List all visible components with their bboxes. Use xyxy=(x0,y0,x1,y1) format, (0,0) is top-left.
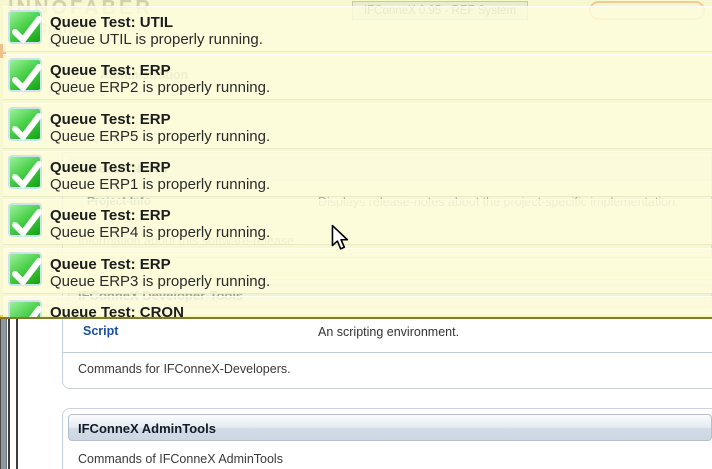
notification-toast[interactable]: Queue Test: ERP Queue ERP4 is properly r… xyxy=(3,199,712,245)
notification-toast[interactable]: Queue Test: ERP Queue ERP5 is properly r… xyxy=(3,103,712,149)
success-check-icon xyxy=(8,300,42,319)
notification-title: Queue Test: ERP xyxy=(50,256,171,273)
success-check-icon xyxy=(8,10,42,44)
success-check-icon xyxy=(8,107,42,141)
divider xyxy=(63,352,712,353)
notification-title: Queue Test: ERP xyxy=(50,62,171,79)
notification-toast[interactable]: Queue Test: CRON xyxy=(3,296,712,319)
success-check-icon xyxy=(8,155,42,189)
success-check-icon xyxy=(8,58,42,92)
notification-message: Queue ERP1 is properly running. xyxy=(50,176,270,193)
window-frame-bar xyxy=(1,319,7,469)
notification-toast[interactable]: Queue Test: UTIL Queue UTIL is properly … xyxy=(3,6,712,52)
admintools-footer-text: Commands of IFConneX AdminTools xyxy=(78,452,283,466)
notification-title: Queue Test: UTIL xyxy=(50,14,173,31)
notification-toast[interactable]: Queue Test: ERP Queue ERP1 is properly r… xyxy=(3,151,712,197)
script-description: An scripting environment. xyxy=(318,325,459,339)
notification-title: Queue Test: ERP xyxy=(50,159,171,176)
notification-title: Queue Test: ERP xyxy=(50,111,171,128)
window-frame-line xyxy=(16,319,18,469)
notification-title: Queue Test: CRON xyxy=(50,304,184,319)
notification-toast[interactable]: Queue Test: ERP Queue ERP2 is properly r… xyxy=(3,54,712,100)
notification-message: Queue ERP2 is properly running. xyxy=(50,79,270,96)
script-link[interactable]: Script xyxy=(83,324,118,338)
notification-toast[interactable]: Queue Test: ERP Queue ERP3 is properly r… xyxy=(3,248,712,294)
notification-overlay: INNOFABER ConneX IFConneX 0.95 - REF Sys… xyxy=(0,0,712,319)
notification-message: Queue ERP3 is properly running. xyxy=(50,273,270,290)
notification-message: Queue UTIL is properly running. xyxy=(50,31,263,48)
devtools-footer-text: Commands for IFConneX-Developers. xyxy=(78,362,291,376)
notification-message: Queue ERP5 is properly running. xyxy=(50,128,270,145)
success-check-icon xyxy=(8,252,42,286)
notification-message: Queue ERP4 is properly running. xyxy=(50,224,270,241)
window-frame-line xyxy=(8,319,10,469)
success-check-icon xyxy=(8,203,42,237)
admintools-title: IFConneX AdminTools xyxy=(78,421,216,436)
notification-title: Queue Test: ERP xyxy=(50,207,171,224)
application-window: Script An scripting environment. Command… xyxy=(0,0,712,469)
mouse-cursor xyxy=(331,224,350,252)
